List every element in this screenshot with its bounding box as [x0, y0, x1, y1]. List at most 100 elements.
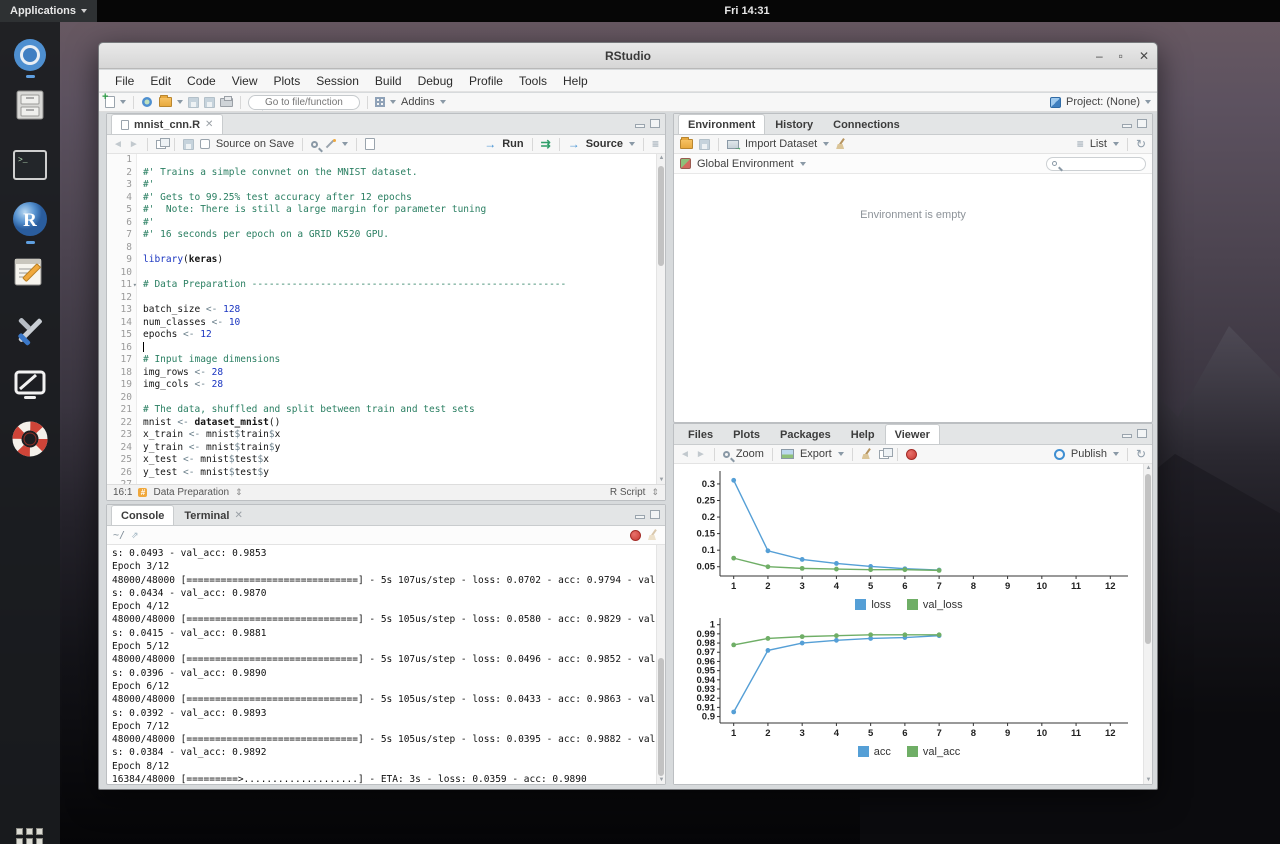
tab-plots[interactable]: Plots — [723, 424, 770, 444]
maximize-pane-icon[interactable] — [1137, 119, 1147, 128]
source-dropdown-icon[interactable] — [629, 142, 635, 146]
clock[interactable]: Fri 14:31 — [724, 0, 769, 22]
editor-scrollbar-thumb[interactable] — [658, 166, 664, 266]
new-file-icon[interactable] — [105, 96, 115, 108]
environment-search[interactable] — [1046, 157, 1146, 171]
console-output[interactable]: s: 0.0493 - val_acc: 0.9853Epoch 3/12480… — [107, 545, 655, 784]
back-icon[interactable]: ◄ — [113, 139, 123, 150]
addins-dropdown-icon[interactable] — [440, 100, 446, 104]
maximize-button[interactable]: ▫ — [1119, 49, 1123, 63]
save-workspace-icon[interactable] — [699, 139, 710, 150]
tab-terminal[interactable]: Terminal ✕ — [174, 505, 252, 525]
menu-edit[interactable]: Edit — [142, 74, 179, 88]
popout-viewer-icon[interactable] — [879, 450, 889, 459]
chromium-icon[interactable] — [11, 36, 49, 74]
forward-icon[interactable]: ► — [129, 139, 139, 150]
tools-icon[interactable] — [11, 312, 49, 350]
code-line[interactable]: 8 — [107, 242, 665, 255]
new-file-dropdown-icon[interactable] — [120, 100, 126, 104]
export-button[interactable]: Export — [800, 448, 832, 460]
list-view-selector[interactable]: List — [1090, 138, 1107, 150]
code-line[interactable]: 19img_cols <- 28 — [107, 379, 665, 392]
menu-code[interactable]: Code — [179, 74, 224, 88]
code-line[interactable]: 26y_test <- mnist$test$y — [107, 467, 665, 480]
open-file-dropdown-icon[interactable] — [177, 100, 183, 104]
app-grid-button[interactable] — [16, 828, 44, 844]
new-project-icon[interactable] — [141, 96, 154, 109]
project-selector[interactable]: Project: (None) — [1066, 96, 1140, 108]
import-dataset-button[interactable]: Import Dataset — [745, 138, 817, 150]
goto-file-function[interactable] — [248, 95, 360, 110]
close-button[interactable]: ✕ — [1139, 49, 1149, 63]
back-icon[interactable]: ◄ — [680, 449, 690, 460]
source-on-save-checkbox[interactable] — [200, 139, 210, 149]
applications-menu[interactable]: Applications — [0, 0, 97, 22]
import-dropdown-icon[interactable] — [823, 142, 829, 146]
save-icon[interactable] — [188, 97, 199, 108]
code-line[interactable]: 24y_train <- mnist$train$y — [107, 442, 665, 455]
code-line[interactable]: 15epochs <- 12 — [107, 329, 665, 342]
code-line[interactable]: 2#' Trains a simple convnet on the MNIST… — [107, 167, 665, 180]
viewer-scrollbar-thumb[interactable] — [1145, 474, 1151, 644]
interrupt-r-icon[interactable] — [630, 530, 641, 541]
code-line[interactable]: 7#' 16 seconds per epoch on a GRID K520 … — [107, 229, 665, 242]
run-button[interactable]: Run — [502, 138, 523, 150]
viewer-scrollbar[interactable]: ▲ ▼ — [1143, 464, 1152, 784]
tab-connections[interactable]: Connections — [823, 114, 910, 134]
file-manager-icon[interactable] — [11, 86, 49, 124]
clear-environment-icon[interactable] — [835, 138, 847, 150]
goto-file-function-input[interactable] — [248, 95, 360, 110]
menu-profile[interactable]: Profile — [461, 74, 511, 88]
tab-packages[interactable]: Packages — [770, 424, 841, 444]
clear-viewer-icon[interactable] — [861, 448, 873, 460]
minimize-pane-icon[interactable] — [635, 124, 645, 128]
menu-view[interactable]: View — [224, 74, 266, 88]
minimize-pane-icon[interactable] — [635, 515, 645, 519]
code-line[interactable]: 18img_rows <- 28 — [107, 367, 665, 380]
menu-debug[interactable]: Debug — [410, 74, 461, 88]
refresh-icon[interactable]: ↻ — [1136, 138, 1146, 150]
code-line[interactable]: 23x_train <- mnist$train$x — [107, 429, 665, 442]
minimize-pane-icon[interactable] — [1122, 124, 1132, 128]
code-line[interactable]: 20 — [107, 392, 665, 405]
console-scrollbar[interactable]: ▼ — [656, 545, 665, 784]
tab-console[interactable]: Console — [111, 505, 174, 525]
fold-arrow-icon[interactable]: ▾ — [133, 279, 137, 292]
save-all-icon[interactable] — [204, 97, 215, 108]
document-outline-icon[interactable]: ≡ — [652, 137, 659, 151]
editor-scrollbar[interactable]: ▲ ▼ — [656, 154, 665, 484]
maximize-pane-icon[interactable] — [1137, 429, 1147, 438]
code-line[interactable]: 5#' Note: There is still a large margin … — [107, 204, 665, 217]
addins-grid-icon[interactable] — [375, 97, 385, 107]
code-line[interactable]: 14num_classes <- 10 — [107, 317, 665, 330]
popout-icon[interactable] — [156, 140, 166, 149]
list-dropdown-icon[interactable] — [1113, 142, 1119, 146]
code-tools-dropdown-icon[interactable] — [342, 142, 348, 146]
display-settings-icon[interactable] — [11, 366, 49, 404]
code-line[interactable]: 6#' — [107, 217, 665, 230]
refresh-viewer-icon[interactable]: ↻ — [1136, 448, 1146, 460]
tab-help[interactable]: Help — [841, 424, 885, 444]
section-selector[interactable]: Data Preparation — [153, 487, 229, 498]
help-lifesaver-icon[interactable] — [11, 420, 49, 458]
minimize-pane-icon[interactable] — [1122, 434, 1132, 438]
console-scrollbar-thumb[interactable] — [658, 658, 664, 776]
code-line[interactable]: 4#' Gets to 99.25% test accuracy after 1… — [107, 192, 665, 205]
tab-files[interactable]: Files — [678, 424, 723, 444]
goto-directory-icon[interactable]: ⇗ — [131, 530, 139, 541]
publish-button[interactable]: Publish — [1071, 448, 1107, 460]
publish-dropdown-icon[interactable] — [1113, 452, 1119, 456]
menu-tools[interactable]: Tools — [511, 74, 555, 88]
code-line[interactable]: 16 — [107, 342, 665, 355]
maximize-pane-icon[interactable] — [650, 510, 660, 519]
zoom-button[interactable]: Zoom — [736, 448, 764, 460]
menu-session[interactable]: Session — [308, 74, 367, 88]
menu-file[interactable]: File — [107, 74, 142, 88]
compile-report-icon[interactable] — [365, 138, 375, 150]
tab-environment[interactable]: Environment — [678, 114, 765, 134]
terminal-icon[interactable]: >_ — [11, 146, 49, 184]
tab-viewer[interactable]: Viewer — [885, 424, 940, 444]
close-tab-icon[interactable]: ✕ — [234, 510, 242, 521]
code-line[interactable]: 13batch_size <- 128 — [107, 304, 665, 317]
global-environment-selector[interactable]: Global Environment — [697, 158, 794, 170]
